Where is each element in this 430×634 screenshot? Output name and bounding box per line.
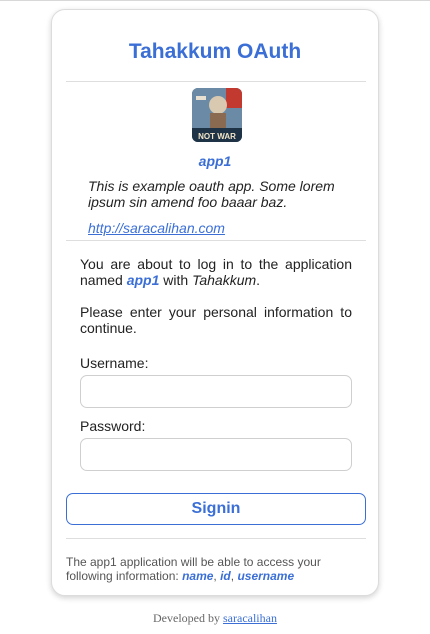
footer: Developed by saracalihan [153,611,277,625]
svg-text:NOT WAR: NOT WAR [198,132,236,141]
permission-field: name [182,569,214,583]
oauth-card: Tahakkum OAuth NOT WAR app1 This is exam… [51,9,379,596]
author-link[interactable]: saracalihan [223,611,277,625]
permissions-notice: The app1 application will be able to acc… [66,555,321,583]
divider [66,81,366,82]
login-notice: You are about to log in to the applicati… [80,256,352,288]
page-title: Tahakkum OAuth [128,40,302,63]
divider [66,240,366,241]
username-label: Username: [80,355,149,371]
service-name: Tahakkum [192,272,257,288]
permission-field: username [237,569,295,583]
password-label: Password: [80,418,146,434]
divider [66,538,366,539]
app-url-link[interactable]: http://saracalihan.com [88,220,225,236]
username-input[interactable] [80,375,352,408]
permission-field: id [220,569,231,583]
app-description: This is example oauth app. Some lorem ip… [88,178,335,210]
app-name: app1 [198,153,232,169]
password-input[interactable] [80,438,352,471]
top-divider [0,0,430,1]
instruction-text: Please enter your personal information t… [80,304,352,336]
signin-button[interactable]: Signin [66,493,366,525]
app-logo: NOT WAR [192,88,242,142]
app-name-inline: app1 [126,272,160,288]
